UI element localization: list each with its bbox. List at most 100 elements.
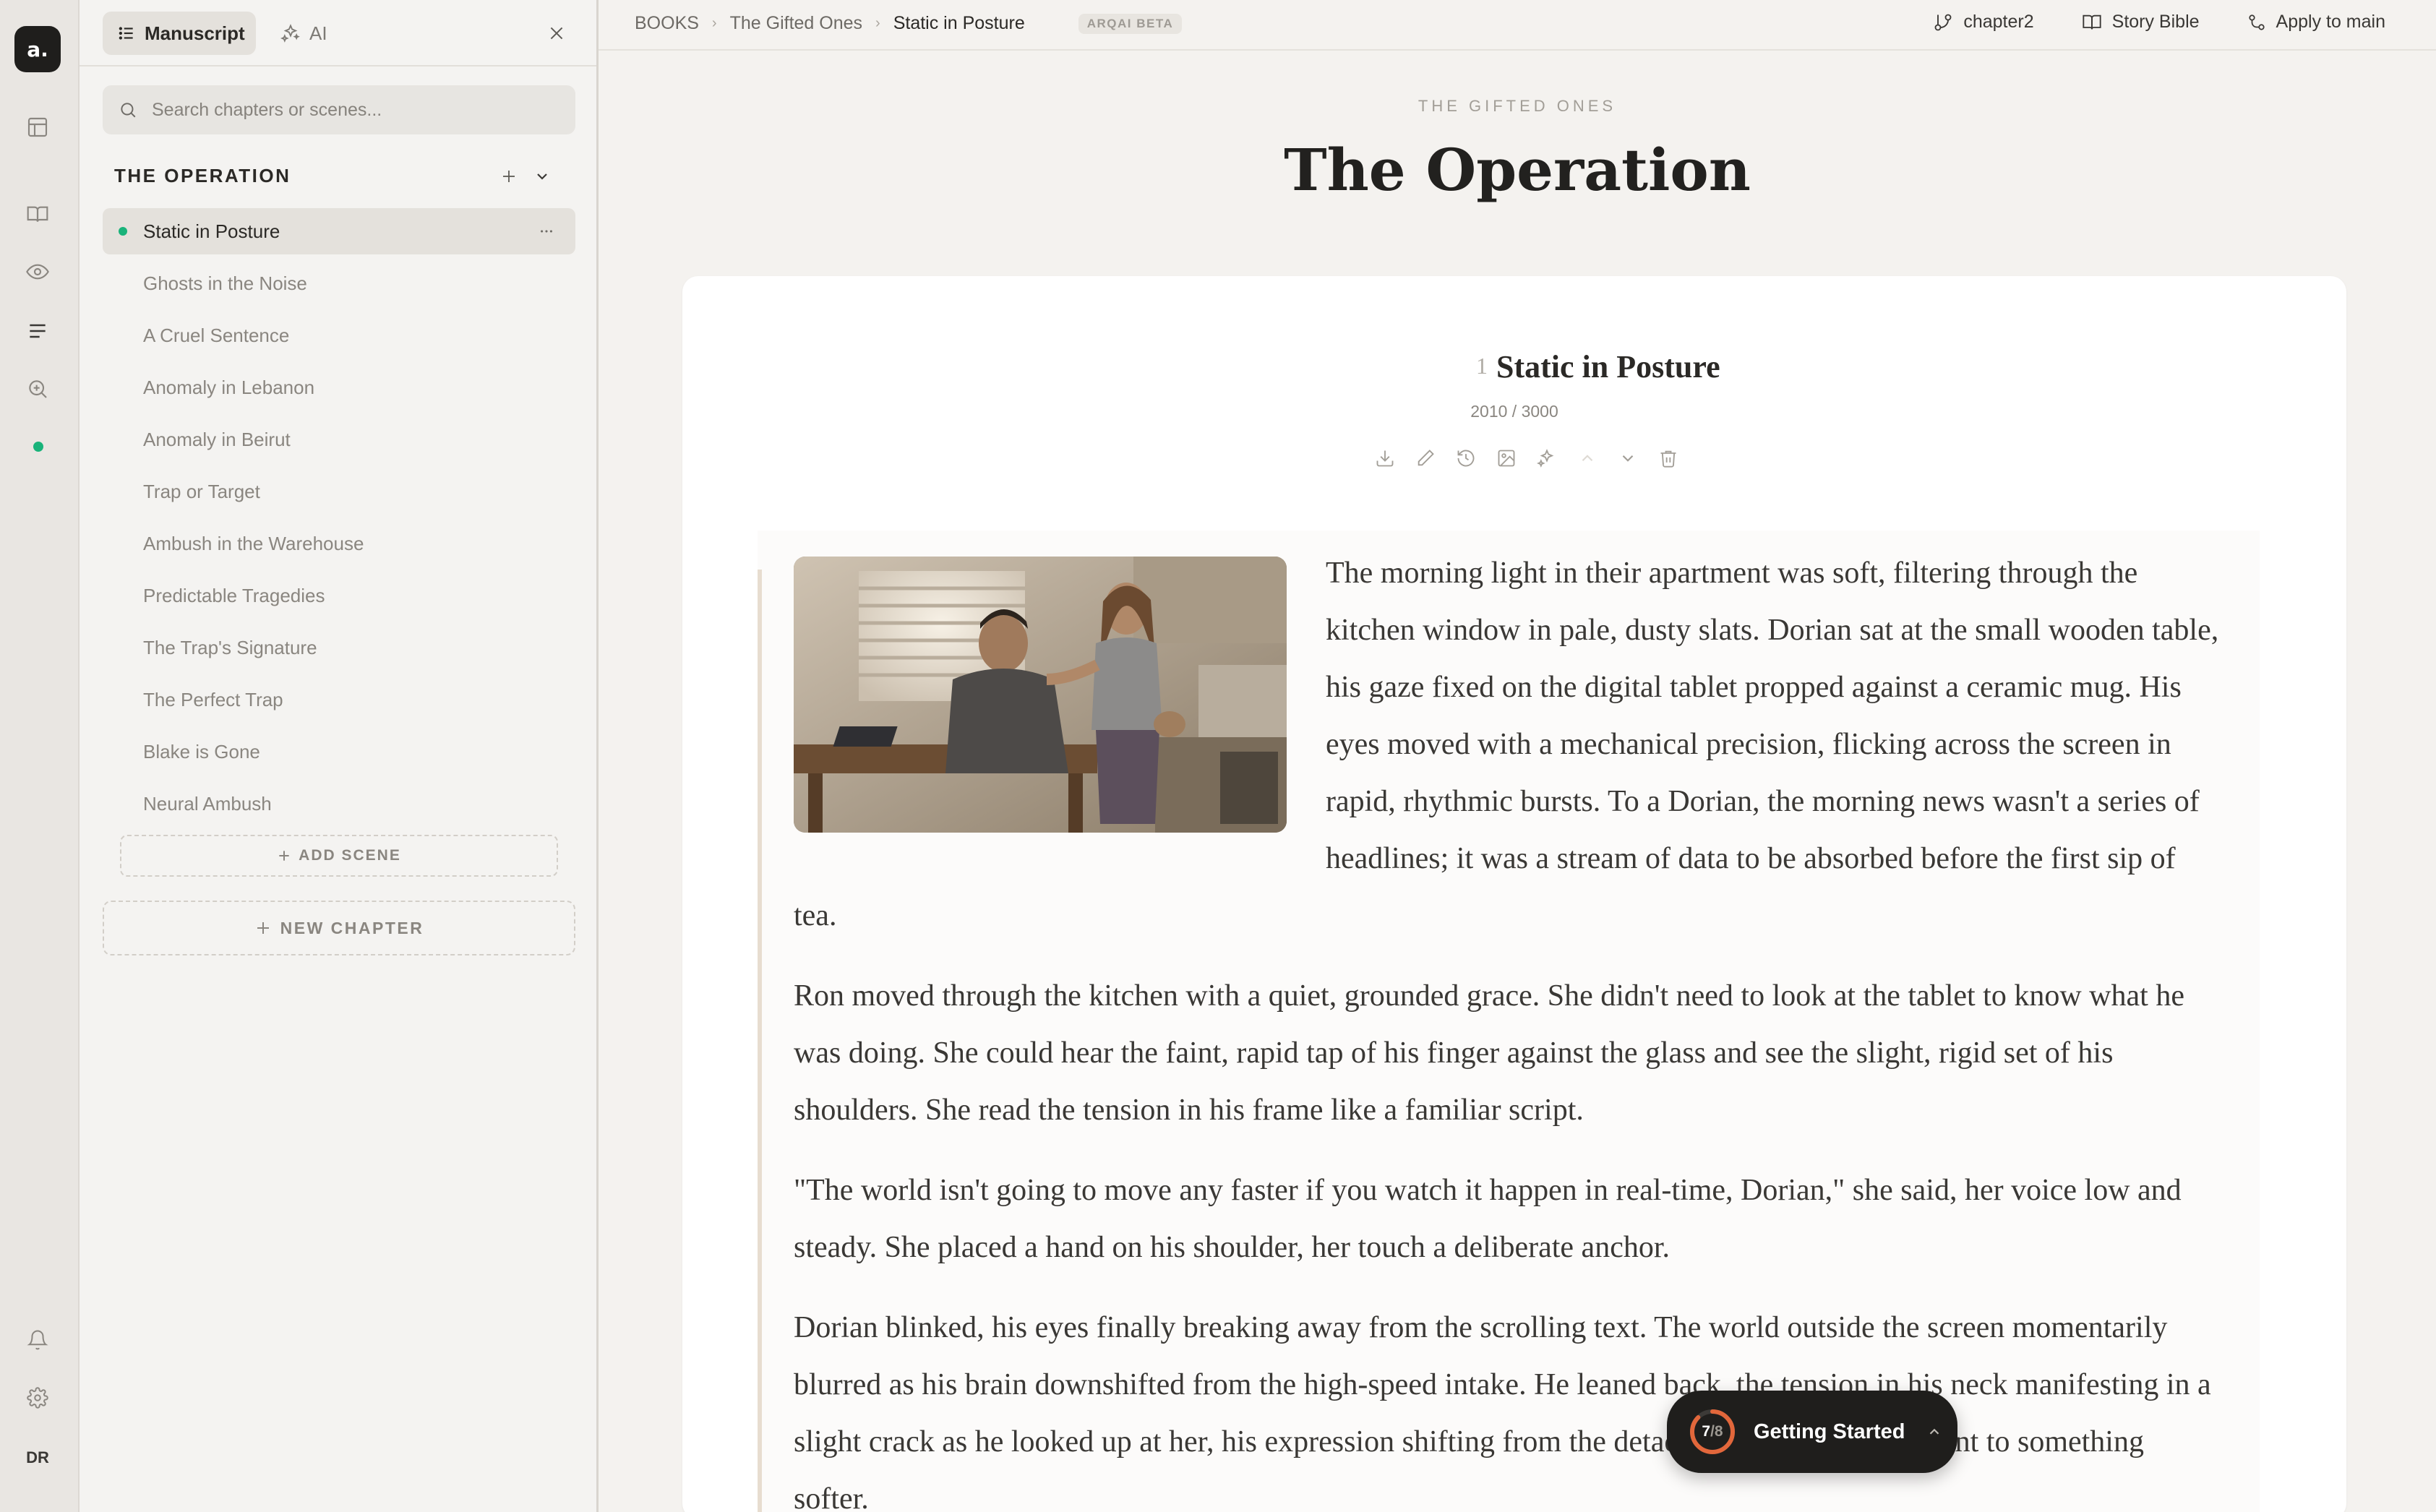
scene-item[interactable]: Trap or Target [103,468,575,515]
image-gen-icon[interactable] [1495,447,1518,470]
scene-item[interactable]: Anomaly in Lebanon [103,364,575,411]
scene-item[interactable]: The Perfect Trap [103,676,575,723]
top-bar: BOOKS › The Gifted Ones › Static in Post… [599,0,2436,51]
apply-to-main-button[interactable]: Apply to main [2247,12,2385,33]
scene-prose[interactable]: The morning light in their apartment was… [794,545,2219,1512]
scene-more-button[interactable] [535,220,558,243]
manuscript-sidebar: Manuscript AI THE OPERATION Static in Po [80,0,599,1512]
scene-item-label: Static in Posture [143,220,280,242]
scene-text-area[interactable]: The morning light in their apartment was… [758,531,2260,1512]
search-input[interactable] [152,99,557,121]
scene-item-label: Blake is Gone [143,740,260,763]
scene-title[interactable]: Static in Posture [1496,348,1720,385]
add-scene-button[interactable]: ADD SCENE [120,835,558,877]
scene-item[interactable]: Neural Ambush [103,781,575,827]
chapter-header: THE OPERATION [114,162,577,191]
breadcrumb-scene: Static in Posture [893,13,1025,33]
prose-paragraph[interactable]: Ron moved through the kitchen with a qui… [794,968,2219,1139]
scene-item-label: Anomaly in Lebanon [143,376,315,398]
apply-to-main-label: Apply to main [2276,12,2385,32]
scene-card: 1 Static in Posture 2010 / 3000 The morn… [682,276,2346,1512]
eye-icon[interactable] [20,254,55,289]
gear-icon[interactable] [20,1380,55,1415]
scene-item[interactable]: A Cruel Sentence [103,312,575,358]
scene-item[interactable]: Ambush in the Warehouse [103,520,575,567]
close-sidebar-button[interactable] [544,20,570,46]
chevron-down-icon[interactable] [1616,447,1639,470]
scene-item-label: Ghosts in the Noise [143,272,307,294]
top-actions: chapter2 Story Bible Apply to main [1933,12,2385,33]
chevron-up-icon[interactable] [1926,1424,1942,1440]
story-bible-button[interactable]: Story Bible [2082,12,2200,33]
app-logo[interactable]: a. [14,26,61,72]
layout-icon[interactable] [20,110,55,145]
breadcrumb-books[interactable]: BOOKS [635,13,699,34]
history-icon[interactable] [1454,447,1478,470]
add-scene-label: ADD SCENE [299,847,401,864]
scene-item-label: The Trap's Signature [143,636,317,658]
chevron-down-icon [537,173,547,180]
bell-icon[interactable] [20,1323,55,1357]
scene-item[interactable]: Blake is Gone [103,729,575,775]
scene-item-label: A Cruel Sentence [143,324,290,346]
scene-item-label: Predictable Tragedies [143,584,325,606]
scene-item-label: Ambush in the Warehouse [143,532,364,554]
sidebar-header: Manuscript AI [80,0,596,66]
manuscript-lines-icon[interactable] [20,314,55,348]
tab-manuscript[interactable]: Manuscript [103,12,256,55]
search-icon [119,100,137,119]
plus-icon [503,171,515,182]
new-chapter-label: NEW CHAPTER [280,918,424,937]
close-icon [550,27,563,40]
getting-started-label: Getting Started [1754,1419,1905,1443]
pencil-icon[interactable] [1414,447,1437,470]
book-icon[interactable] [20,197,55,231]
prose-paragraph[interactable]: Dorian blinked, his eyes finally breakin… [794,1300,2219,1512]
scene-item-label: Anomaly in Beirut [143,428,291,450]
scene-illustration[interactable] [794,557,1287,833]
scene-item[interactable]: The Trap's Signature [103,624,575,671]
chevron-up-icon[interactable] [1576,447,1599,470]
sparkles-icon[interactable] [1535,447,1558,470]
sparkles-icon [280,23,301,43]
editor-main: BOOKS › The Gifted Ones › Static in Post… [599,0,2436,1512]
collapse-chapter-button[interactable] [529,163,555,189]
app-rail: a. DR [0,0,80,1512]
chevron-right-icon: › [711,15,717,31]
git-branch-icon [1934,14,1952,30]
breadcrumb-book[interactable]: The Gifted Ones [730,13,862,34]
scene-item-label: The Perfect Trap [143,688,283,710]
download-icon[interactable] [1373,447,1397,470]
chapter-title[interactable]: THE OPERATION [114,165,291,187]
zoom-search-icon[interactable] [20,371,55,406]
scene-item-label: Neural Ambush [143,792,272,815]
scene-item[interactable]: Ghosts in the Noise [103,260,575,306]
book-name: THE GIFTED ONES [1418,97,1617,115]
status-dot [33,442,43,452]
scene-item[interactable]: Anomaly in Beirut [103,416,575,463]
tab-manuscript-label: Manuscript [145,22,245,44]
chapter-heading[interactable]: The Operation [599,136,2436,204]
new-chapter-button[interactable]: NEW CHAPTER [103,901,575,955]
scene-toolbar [1373,447,1680,470]
onboarding-progress-ring: 7/8 [1689,1408,1736,1456]
trash-icon[interactable] [1657,447,1680,470]
tab-ai-label: AI [309,22,327,44]
progress-count: 7/8 [1702,1423,1723,1440]
branch-button[interactable]: chapter2 [1933,12,2034,33]
beta-badge: ARQAI BETA [1078,13,1183,34]
story-bible-label: Story Bible [2111,12,2200,32]
prose-paragraph[interactable]: "The world isn't going to move any faste… [794,1162,2219,1276]
tab-ai[interactable]: AI [266,12,342,55]
scene-margin-rule [758,570,762,1512]
list-icon [117,24,136,43]
scene-item[interactable]: Predictable Tragedies [103,572,575,619]
user-avatar[interactable]: DR [17,1448,58,1467]
scene-list: Static in Posture Ghosts in the Noise A … [103,208,575,833]
scene-item[interactable]: Static in Posture [103,208,575,254]
active-scene-dot [119,227,127,236]
add-scene-plus-button[interactable] [496,163,522,189]
getting-started-widget[interactable]: 7/8 Getting Started [1667,1391,1957,1473]
branch-label: chapter2 [1963,12,2034,32]
scene-number: 1 [1476,353,1488,379]
